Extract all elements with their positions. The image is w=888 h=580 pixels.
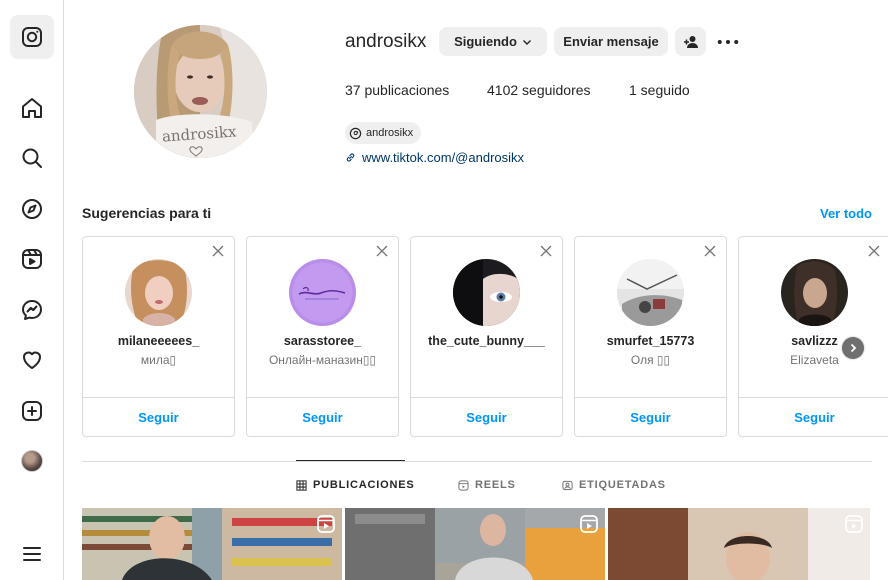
dismiss-icon[interactable] [703,244,717,258]
follow-button[interactable]: Seguir [247,410,398,425]
add-person-icon [683,35,698,48]
follow-button[interactable]: Seguir [575,410,726,425]
tab-tagged-label: ETIQUETADAS [579,479,666,491]
link-icon [346,153,355,162]
tab-reels[interactable]: REELS [458,479,516,491]
reels-icon[interactable] [10,237,54,281]
suggestion-card[interactable]: milaneeeees_ мила▯ Seguir [82,236,235,437]
divider [247,397,398,398]
reels-icon [845,515,863,533]
tabs-divider [82,461,872,462]
tab-reels-label: REELS [475,479,516,491]
active-tab-indicator [296,460,405,461]
suggestions-carousel: milaneeeees_ мила▯ Seguir sarasstoree_ О… [82,236,888,438]
avatar[interactable] [289,259,356,326]
dismiss-icon[interactable] [375,244,389,258]
suggestion-username[interactable]: milaneeeees_ [83,334,234,348]
post-thumbnail[interactable] [82,508,342,580]
avatar [21,450,43,472]
send-message-button[interactable]: Enviar mensaje [554,27,668,56]
post-thumbnail[interactable] [608,508,870,580]
grid-icon [296,479,307,491]
more-options-button[interactable] [715,30,741,54]
following-button-label: Siguiendo [454,34,517,49]
dismiss-icon[interactable] [211,244,225,258]
carousel-next-button[interactable] [842,337,864,359]
tab-posts-label: PUBLICACIONES [313,479,415,491]
follow-button[interactable]: Seguir [83,410,234,425]
profile-link[interactable]: www.tiktok.com/@androsikx [345,150,524,165]
suggestion-card[interactable]: savlizzz Elizaveta Seguir [738,236,888,437]
suggest-people-button[interactable] [675,27,706,56]
reels-icon [458,479,469,491]
profile-picture[interactable]: androsikx [134,25,267,158]
tab-tagged[interactable]: ETIQUETADAS [562,479,666,491]
divider [739,397,888,398]
divider [83,397,234,398]
tab-posts[interactable]: PUBLICACIONES [296,479,414,491]
sidebar [0,0,64,580]
chevron-right-icon [850,343,857,353]
explore-icon[interactable] [10,187,54,231]
threads-handle: androsikx [366,127,414,139]
avatar[interactable] [617,259,684,326]
suggestion-username[interactable]: smurfet_15773 [575,334,726,348]
avatar[interactable] [781,259,848,326]
suggestion-username[interactable]: savlizzz [739,334,888,348]
threads-icon [349,127,362,139]
dismiss-icon[interactable] [539,244,553,258]
profile-link-text: www.tiktok.com/@androsikx [362,150,525,165]
more-dots-icon [717,39,739,45]
suggestion-subtitle: Elizaveta [790,353,839,367]
follow-button[interactable]: Seguir [411,410,562,425]
tagged-icon [562,480,573,490]
search-icon[interactable] [10,136,54,180]
avatar[interactable] [125,259,192,326]
profile-avatar[interactable] [10,439,54,483]
suggestion-username[interactable]: sarasstoree_ [247,334,398,348]
suggestion-subtitle: мила▯ [140,353,177,367]
instagram-logo-icon[interactable] [10,15,54,59]
reels-icon [317,515,335,533]
following-count[interactable]: 1 seguido [629,82,690,98]
see-all-link[interactable]: Ver todo [820,206,872,221]
suggestion-card[interactable]: sarasstoree_ Онлайн-маназин▯▯ Seguir [246,236,399,437]
divider [575,397,726,398]
suggestion-card[interactable]: smurfet_15773 Оля ▯▯ Seguir [574,236,727,437]
suggestions-title: Sugerencias para ti [82,205,212,221]
dismiss-icon[interactable] [867,244,881,258]
posts-count: 37 publicaciones [345,82,450,98]
menu-icon[interactable] [10,532,54,576]
avatar[interactable] [453,259,520,326]
create-icon[interactable] [10,389,54,433]
post-thumbnail[interactable] [345,508,605,580]
suggestion-subtitle: Оля ▯▯ [630,353,671,367]
follow-button[interactable]: Seguir [739,410,888,425]
chevron-down-icon [522,39,531,45]
divider [411,397,562,398]
following-button[interactable]: Siguiendo [439,27,547,56]
suggestion-card[interactable]: the_cute_bunny___ Seguir [410,236,563,437]
reels-icon [580,515,598,533]
heart-icon[interactable] [10,338,54,382]
send-message-label: Enviar mensaje [563,34,659,49]
messenger-icon[interactable] [10,288,54,332]
suggestion-username[interactable]: the_cute_bunny___ [411,334,562,348]
home-icon[interactable] [10,86,54,130]
threads-badge[interactable]: androsikx [345,122,422,144]
profile-username: androsikx [345,31,427,52]
followers-count[interactable]: 4102 seguidores [487,82,591,98]
suggestion-subtitle: Онлайн-маназин▯▯ [268,353,377,367]
